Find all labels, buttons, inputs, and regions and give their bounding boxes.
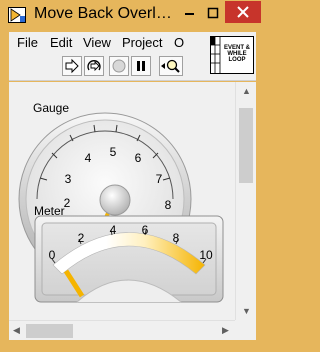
- meter-scale-0: 0: [49, 248, 56, 262]
- meter-scale-8: 8: [173, 231, 180, 245]
- scroll-down-arrow-icon[interactable]: ▼: [242, 306, 251, 316]
- menu-operate[interactable]: O: [174, 35, 184, 50]
- menu-file[interactable]: File: [17, 35, 38, 50]
- vi-icon-label: EVENT & WHILE LOOP: [220, 45, 253, 63]
- close-icon: [237, 6, 249, 18]
- meter-scale-4: 4: [110, 223, 117, 237]
- scrollbar-corner: [235, 320, 256, 340]
- scroll-right-arrow-icon[interactable]: ▶: [222, 325, 229, 336]
- vi-connector-icon: EVENT & WHILE LOOP: [210, 36, 254, 74]
- minimize-button[interactable]: [178, 2, 200, 24]
- run-arrow-icon: [65, 58, 79, 74]
- labview-vi-icon: [8, 7, 26, 23]
- close-button[interactable]: [225, 1, 261, 23]
- horizontal-scrollbar[interactable]: ◀ ▶: [9, 320, 235, 340]
- pause-icon: [137, 61, 145, 71]
- vertical-scrollbar[interactable]: ▲ ▼: [235, 82, 256, 320]
- run-button[interactable]: [62, 56, 82, 76]
- window-title: Move Back Overl…: [34, 5, 172, 22]
- menu-view[interactable]: View: [83, 35, 111, 50]
- abort-button[interactable]: [109, 56, 129, 76]
- menu-project[interactable]: Project: [122, 35, 162, 50]
- menu-edit[interactable]: Edit: [50, 35, 72, 50]
- meter-scale-10: 10: [199, 248, 213, 262]
- abort-icon: [112, 59, 126, 73]
- front-panel: Gauge 2 3 4 5 6 7 8 Meter 0 2 4 6 8 10: [9, 82, 235, 320]
- run-continuously-button[interactable]: [84, 56, 104, 76]
- horizontal-scroll-thumb[interactable]: [26, 324, 73, 338]
- meter-scale-2: 2: [78, 231, 85, 245]
- highlight-button[interactable]: [159, 56, 183, 76]
- magnifier-icon: [161, 59, 180, 73]
- maximize-button[interactable]: [202, 2, 224, 24]
- title-bar: Move Back Overl…: [0, 0, 265, 31]
- pause-button[interactable]: [131, 56, 151, 76]
- meter-scale-6: 6: [142, 223, 149, 237]
- application-window: Move Back Overl… File Edit View Project …: [0, 0, 265, 352]
- scroll-up-arrow-icon[interactable]: ▲: [242, 86, 251, 96]
- run-continuously-icon: [87, 60, 101, 72]
- vi-icon-line3: LOOP: [228, 57, 246, 63]
- scroll-left-arrow-icon[interactable]: ◀: [13, 325, 20, 336]
- vertical-scroll-thumb[interactable]: [239, 108, 253, 183]
- meter-indicator[interactable]: 0 2 4 6 8 10: [9, 82, 235, 320]
